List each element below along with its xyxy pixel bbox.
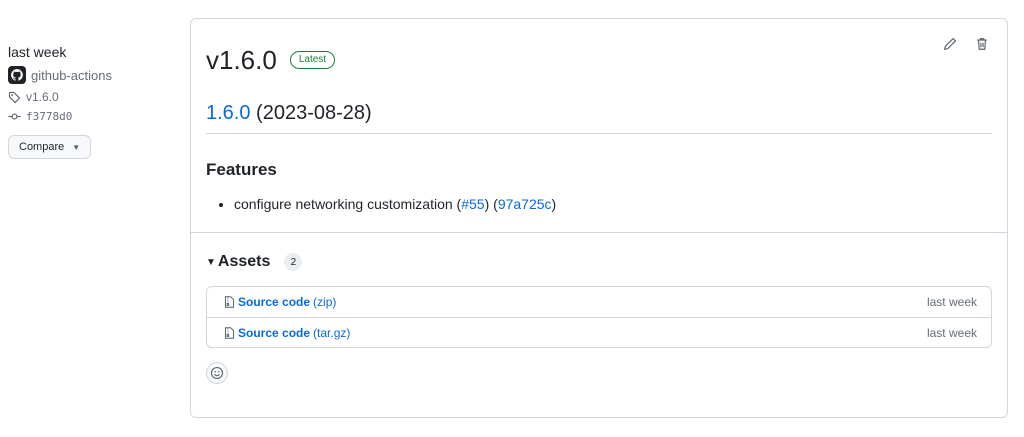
- commit-sha: f3778d0: [26, 110, 73, 123]
- feature-text-end: ): [551, 196, 557, 212]
- octocat-icon: [11, 69, 23, 81]
- release-tag[interactable]: v1.6.0: [8, 90, 178, 104]
- latest-badge: Latest: [289, 51, 336, 69]
- asset-name: Source code: [238, 325, 311, 340]
- caret-down-icon: ▼: [72, 142, 81, 152]
- commit-link[interactable]: 97a725c: [498, 196, 552, 212]
- pencil-icon: [943, 37, 957, 51]
- file-zip-icon: [224, 296, 235, 308]
- asset-time: last week: [926, 325, 977, 340]
- asset-format: (tar.gz): [313, 325, 351, 340]
- feature-text: configure networking customization (: [234, 196, 462, 212]
- asset-format: (zip): [313, 295, 337, 309]
- release-title-row: v1.6.0 Latest: [206, 42, 992, 78]
- feature-item: configure networking customization (#55)…: [234, 194, 992, 214]
- add-reaction-button[interactable]: [206, 362, 228, 384]
- version-heading: 1.6.0 (2023-08-28): [206, 102, 992, 134]
- features-heading: Features: [206, 160, 277, 179]
- trash-icon: [977, 38, 987, 50]
- feature-text-mid: ) (: [484, 196, 498, 212]
- tag-name: v1.6.0: [26, 90, 59, 104]
- release-actions: [943, 37, 989, 51]
- release-meta: last week github-actions v1.6.0 f3778d0 …: [8, 40, 178, 159]
- file-zip-icon: [224, 326, 235, 339]
- assets-list: Source code (zip) last week Source code …: [206, 286, 992, 348]
- smiley-icon: [210, 366, 224, 380]
- asset-row: Source code (zip) last week: [207, 287, 991, 317]
- issue-link[interactable]: #55: [461, 196, 484, 212]
- section-divider: [191, 232, 1007, 233]
- features-list: configure networking customization (#55)…: [206, 194, 992, 214]
- tag-icon: [8, 91, 21, 103]
- compare-label: Compare: [19, 141, 65, 153]
- github-actions-avatar: [8, 66, 26, 84]
- edit-release-button[interactable]: [943, 37, 957, 51]
- release-commit[interactable]: f3778d0: [8, 110, 178, 123]
- triangle-down-icon: ▼: [206, 256, 216, 268]
- release-author[interactable]: github-actions: [8, 66, 178, 84]
- asset-name: Source code: [238, 295, 311, 309]
- release-title[interactable]: v1.6.0: [206, 45, 277, 76]
- release-card: v1.6.0 Latest 1.6.0 (2023-08-28) Feature…: [190, 18, 1008, 418]
- assets-toggle[interactable]: ▼ Assets 2: [206, 253, 992, 271]
- delete-release-button[interactable]: [975, 37, 989, 51]
- asset-time: last week: [926, 295, 977, 309]
- asset-link[interactable]: Source code (tar.gz): [223, 326, 350, 340]
- release-body: v1.6.0 Latest 1.6.0 (2023-08-28) Feature…: [191, 42, 1007, 214]
- compare-button[interactable]: Compare ▼: [8, 135, 92, 159]
- git-commit-icon: [8, 113, 21, 120]
- assets-section: ▼ Assets 2 Source code (zip) last week S…: [191, 253, 1007, 384]
- author-name: github-actions: [31, 67, 112, 83]
- asset-row: Source code (tar.gz) last week: [207, 317, 991, 347]
- assets-count: 2: [284, 253, 303, 271]
- version-date: (2023-08-28): [256, 102, 372, 124]
- asset-link[interactable]: Source code (zip): [223, 295, 336, 309]
- assets-title: Assets: [217, 253, 271, 270]
- release-date: last week: [8, 44, 67, 60]
- version-link[interactable]: 1.6.0: [206, 102, 250, 124]
